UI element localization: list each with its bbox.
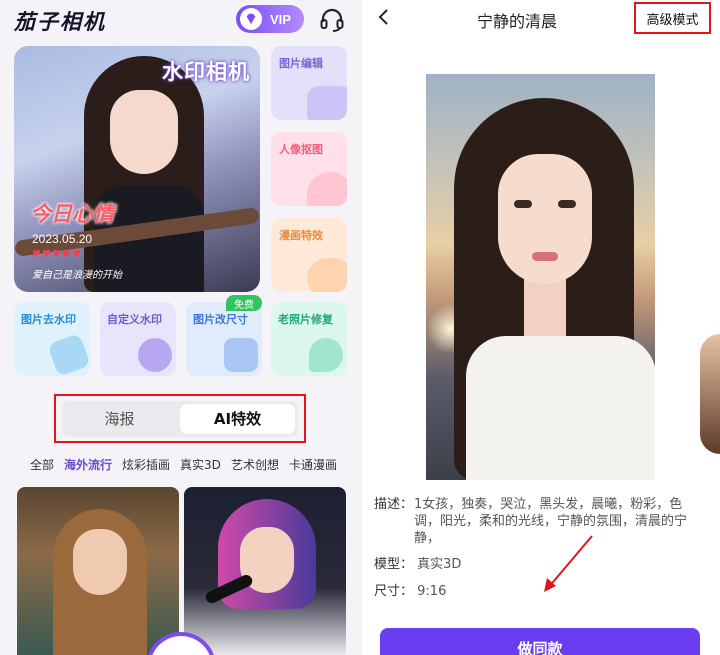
person-icon <box>307 172 347 206</box>
annotation-arrow <box>544 535 593 592</box>
old-photo-restore-tool[interactable]: 老照片修复 <box>271 302 347 376</box>
poster-ai-segment: 海报 AI特效 <box>62 400 298 437</box>
vip-button[interactable]: VIP <box>236 5 304 33</box>
portrait-cutout-card[interactable]: 人像抠图 <box>271 132 347 206</box>
sparkle-icon <box>309 338 343 372</box>
category-tabs: 全部 海外流行 炫彩插画 真实3D 艺术创想 卡通漫画 <box>30 456 337 473</box>
page-title: 宁静的清晨 <box>476 12 557 31</box>
image-edit-label: 图片编辑 <box>279 57 323 70</box>
banner-caption: 爱自己是浪漫的开始 <box>32 270 122 281</box>
diamond-icon <box>240 8 262 30</box>
model-row: 模型： 真实3D <box>374 556 461 573</box>
watermark-camera-banner[interactable]: 水印相机 今日心情 2023.05.20 ♥♥♥♥♥ 爱自己是浪漫的开始 <box>14 46 260 292</box>
template-tile[interactable] <box>184 487 346 655</box>
comic-effect-label: 漫画特效 <box>279 229 323 242</box>
resize-image-label: 图片改尺寸 <box>193 313 248 326</box>
bear-icon <box>307 258 347 292</box>
headset-icon[interactable] <box>318 6 346 34</box>
description-label: 描述： <box>374 497 414 512</box>
banner-mood-text: 今日心情 <box>30 202 114 226</box>
hearts-icon: ♥♥♥♥♥ <box>32 249 82 260</box>
advanced-mode-button[interactable]: 高级模式 <box>634 2 711 34</box>
image-edit-card[interactable]: 图片编辑 <box>271 46 347 120</box>
right-screen-detail: 宁静的清晨 高级模式 描述： 1女孩，独奏，哭泣，黑头发，晨曦，粉彩，色调，阳光… <box>362 0 720 655</box>
banner-title: 水印相机 <box>162 60 250 84</box>
category-art-creation[interactable]: 艺术创想 <box>231 456 279 473</box>
category-all[interactable]: 全部 <box>30 456 54 473</box>
custom-watermark-label: 自定义水印 <box>107 313 162 326</box>
model-label: 模型： <box>374 557 414 572</box>
star-icon <box>138 338 172 372</box>
left-screen-home: 茄子相机 VIP 水印相机 今日心情 2023.05.20 ♥♥♥♥♥ 爱自己是… <box>0 0 362 655</box>
category-cartoon[interactable]: 卡通漫画 <box>289 456 337 473</box>
portrait-cutout-label: 人像抠图 <box>279 143 323 156</box>
free-badge: 免费 <box>226 295 262 311</box>
next-preview-card[interactable] <box>700 334 720 454</box>
make-same-button[interactable]: 做同款 <box>380 628 700 655</box>
vip-label: VIP <box>270 11 291 27</box>
image-icon <box>307 86 347 120</box>
tab-poster[interactable]: 海报 <box>62 401 177 437</box>
remove-watermark-tool[interactable]: 图片去水印 <box>14 302 90 376</box>
banner-date: 2023.05.20 <box>32 232 93 246</box>
model-value: 真实3D <box>417 557 462 572</box>
size-label: 尺寸： <box>374 584 414 599</box>
category-colorful-illustration[interactable]: 炫彩插画 <box>122 456 170 473</box>
size-value: 9:16 <box>417 584 447 599</box>
resize-image-tool[interactable]: 图片改尺寸 <box>186 302 262 376</box>
old-photo-restore-label: 老照片修复 <box>278 313 333 326</box>
category-real-3d[interactable]: 真实3D <box>180 456 221 473</box>
resize-icon <box>224 338 258 372</box>
app-title: 茄子相机 <box>14 10 106 34</box>
preview-image <box>426 74 655 480</box>
category-overseas-trending[interactable]: 海外流行 <box>64 456 112 473</box>
remove-watermark-label: 图片去水印 <box>21 313 76 326</box>
eraser-icon <box>47 333 90 376</box>
template-tile[interactable] <box>17 487 179 655</box>
comic-effect-card[interactable]: 漫画特效 <box>271 218 347 292</box>
tab-ai-effects[interactable]: AI特效 <box>180 403 295 434</box>
custom-watermark-tool[interactable]: 自定义水印 <box>100 302 176 376</box>
size-row: 尺寸： 9:16 <box>374 583 446 600</box>
segment-highlight: 海报 AI特效 <box>54 394 306 443</box>
